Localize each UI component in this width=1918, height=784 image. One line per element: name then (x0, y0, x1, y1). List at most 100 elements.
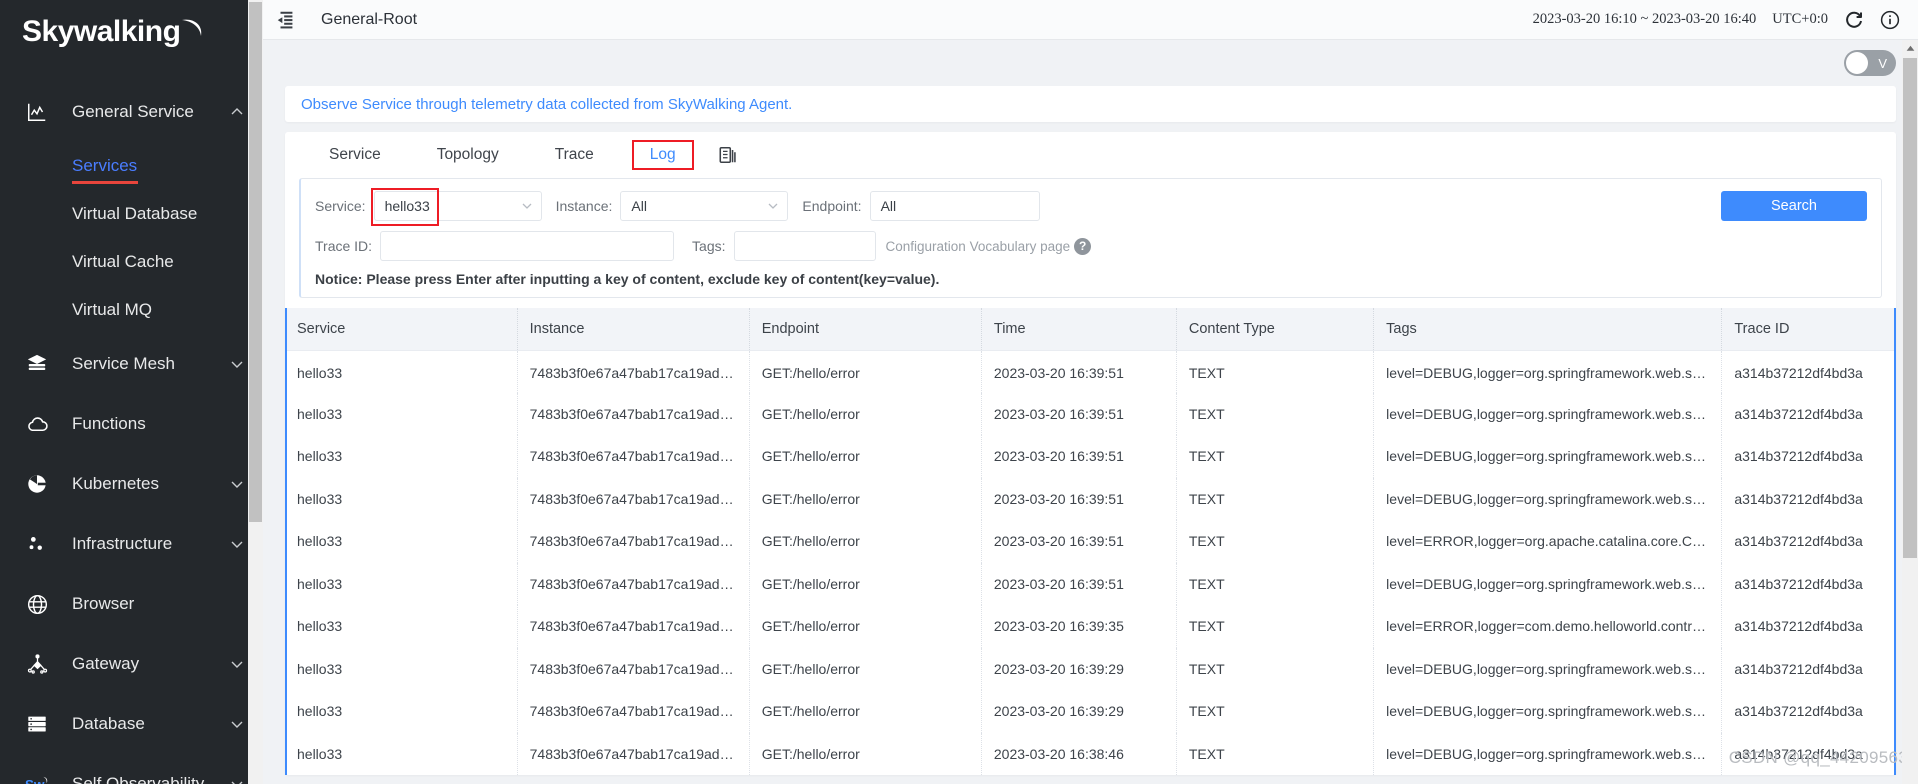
cell-content-type: TEXT (1176, 435, 1375, 478)
observe-banner: Observe Service through telemetry data c… (285, 86, 1896, 122)
table-row[interactable]: hello33 7483b3f0e67a47bab17ca19adfe… GET:/… (285, 477, 1896, 521)
tab-topology[interactable]: Topology (409, 147, 527, 163)
sidebar-subitem-label: Virtual Database (72, 204, 198, 223)
cell-trace-id[interactable]: a314b37212df4bd3a (1722, 605, 1896, 648)
cell-content-type: TEXT (1176, 477, 1375, 520)
info-circle-icon[interactable] (1880, 10, 1900, 30)
sidebar-item-infrastructure[interactable]: Infrastructure (0, 514, 263, 574)
cell-instance: 7483b3f0e67a47bab17ca19adfe… (517, 605, 750, 648)
tags-label: Tags: (692, 238, 726, 254)
table-row[interactable]: hello33 7483b3f0e67a47bab17ca19adfe… GET:/… (285, 732, 1896, 776)
sidebar-item-virtual-mq[interactable]: Virtual MQ (0, 286, 263, 334)
chevron-down-icon[interactable] (229, 716, 245, 732)
tab-trace[interactable]: Trace (527, 147, 622, 163)
cell-trace-id[interactable]: a314b37212df4bd3a (1722, 478, 1896, 521)
sidebar-item-general-service[interactable]: General Service (0, 82, 263, 142)
table-row[interactable]: hello33 7483b3f0e67a47bab17ca19adfe… GET:/… (285, 350, 1896, 393)
view-toggle[interactable]: V (1844, 50, 1896, 76)
cell-trace-id[interactable]: a314b37212df4bd3a (1722, 393, 1896, 436)
cell-content-type: TEXT (1176, 350, 1375, 393)
cell-trace-id[interactable]: a314b37212df4bd3a (1722, 563, 1896, 606)
table-row[interactable]: hello33 7483b3f0e67a47bab17ca19adfe… GET:/… (285, 520, 1896, 563)
sidebar-item-functions[interactable]: Functions (0, 394, 263, 454)
tags-input[interactable] (733, 231, 876, 261)
instance-select[interactable]: All (620, 191, 789, 221)
breadcrumb[interactable]: General-Root (321, 11, 417, 29)
col-header-content-type[interactable]: Content Type (1176, 308, 1375, 351)
chevron-down-icon[interactable] (229, 656, 245, 672)
search-button[interactable]: Search (1721, 191, 1867, 221)
cell-content-type: TEXT (1176, 690, 1375, 733)
cell-endpoint: GET:/hello/error (749, 690, 982, 733)
col-header-time[interactable]: Time (981, 308, 1177, 351)
mesh-icon (24, 351, 50, 377)
search-row-1: Service: hello33 Instance: All Endpoint:… (315, 188, 1867, 226)
reload-icon[interactable] (1844, 10, 1864, 30)
sidebar-item-service-mesh[interactable]: Service Mesh (0, 334, 263, 394)
sidebar-scrollbar-thumb[interactable] (249, 2, 262, 522)
col-header-trace-id[interactable]: Trace ID (1721, 308, 1896, 351)
col-header-tags[interactable]: Tags (1373, 308, 1723, 351)
cell-time: 2023-03-20 16:38:46 (981, 732, 1177, 775)
cell-trace-id[interactable]: a314b37212df4bd3a (1722, 350, 1896, 393)
cell-service: hello33 (285, 647, 518, 690)
cell-time: 2023-03-20 16:39:51 (981, 350, 1177, 393)
service-select[interactable]: hello33 (370, 188, 542, 226)
sidebar-item-database[interactable]: Database (0, 694, 263, 754)
table-row[interactable]: hello33 7483b3f0e67a47bab17ca19adfe… GET:/… (285, 690, 1896, 733)
question-mark-icon[interactable]: ? (1074, 237, 1092, 255)
table-row[interactable]: hello33 7483b3f0e67a47bab17ca19adfe… GET:/… (285, 562, 1896, 606)
col-header-service[interactable]: Service (285, 308, 518, 351)
chevron-down-icon[interactable] (229, 536, 245, 552)
cell-instance: 7483b3f0e67a47bab17ca19adfe… (517, 647, 750, 690)
table-right-accent (1894, 308, 1896, 775)
cell-time: 2023-03-20 16:39:51 (981, 477, 1177, 520)
sidebar-item-label: Infrastructure (72, 534, 173, 553)
table-row[interactable]: hello33 7483b3f0e67a47bab17ca19adfe… GET:/… (285, 647, 1896, 691)
table-row[interactable]: hello33 7483b3f0e67a47bab17ca19adfe… GET:/… (285, 392, 1896, 436)
cell-trace-id[interactable]: a314b37212df4bd3a (1722, 520, 1896, 563)
copy-icon[interactable] (718, 144, 738, 166)
brand-logo[interactable]: Skywalking (0, 0, 263, 62)
chevron-up-icon[interactable] (229, 104, 245, 120)
scroll-up-arrow-icon[interactable] (1902, 40, 1918, 57)
chevron-down-icon[interactable] (229, 356, 245, 372)
cell-tags: level=DEBUG,logger=org.springframework.w… (1373, 562, 1723, 605)
trace-id-input[interactable] (380, 231, 675, 261)
observe-banner-link[interactable]: Observe Service through telemetry data c… (301, 96, 792, 113)
sidebar-scrollbar[interactable] (248, 0, 263, 784)
sidebar-item-virtual-database[interactable]: Virtual Database (0, 190, 263, 238)
chevron-down-icon[interactable] (229, 776, 245, 784)
cell-trace-id[interactable]: a314b37212df4bd3a (1722, 648, 1896, 691)
topbar-right: 2023-03-20 16:10 ~ 2023-03-20 16:40 UTC+… (1533, 10, 1900, 30)
sidebar-item-gateway[interactable]: Gateway (0, 634, 263, 694)
page-scrollbar-thumb[interactable] (1903, 58, 1917, 558)
endpoint-input[interactable]: All (869, 191, 1040, 221)
col-header-endpoint[interactable]: Endpoint (749, 308, 982, 351)
cell-trace-id[interactable]: a314b37212df4bd3a (1722, 435, 1896, 478)
time-range-picker[interactable]: 2023-03-20 16:10 ~ 2023-03-20 16:40 (1533, 11, 1757, 28)
table-row[interactable]: hello33 7483b3f0e67a47bab17ca19adfe… GET:/… (285, 605, 1896, 648)
sidebar-item-services[interactable]: Services (0, 142, 263, 190)
chevron-down-icon[interactable] (229, 476, 245, 492)
col-header-instance[interactable]: Instance (517, 308, 750, 351)
menu-fold-icon[interactable] (273, 7, 299, 33)
table-row[interactable]: hello33 7483b3f0e67a47bab17ca19adfe… GET:/… (285, 435, 1896, 478)
configuration-vocabulary-link[interactable]: Configuration Vocabulary page (886, 239, 1071, 254)
cell-service: hello33 (285, 350, 518, 393)
cell-trace-id[interactable]: a314b37212df4bd3a (1722, 733, 1896, 776)
sidebar-item-virtual-cache[interactable]: Virtual Cache (0, 238, 263, 286)
tab-log[interactable]: Log (631, 140, 694, 170)
page-scrollbar[interactable] (1902, 40, 1918, 784)
sidebar-item-self-observability[interactable]: Sw Self Observability (0, 754, 263, 784)
cell-tags: level=DEBUG,logger=org.springframework.w… (1373, 732, 1723, 775)
sidebar-item-kubernetes[interactable]: Kubernetes (0, 454, 263, 514)
sidebar: Skywalking General Service Services Virt… (0, 0, 263, 784)
sidebar-item-browser[interactable]: Browser (0, 574, 263, 634)
cell-endpoint: GET:/hello/error (749, 392, 982, 435)
cell-trace-id[interactable]: a314b37212df4bd3a (1722, 690, 1896, 733)
gateway-icon (24, 651, 50, 677)
tab-service[interactable]: Service (301, 147, 409, 163)
cell-content-type: TEXT (1176, 520, 1375, 563)
timezone-label: UTC+0:0 (1772, 11, 1828, 27)
